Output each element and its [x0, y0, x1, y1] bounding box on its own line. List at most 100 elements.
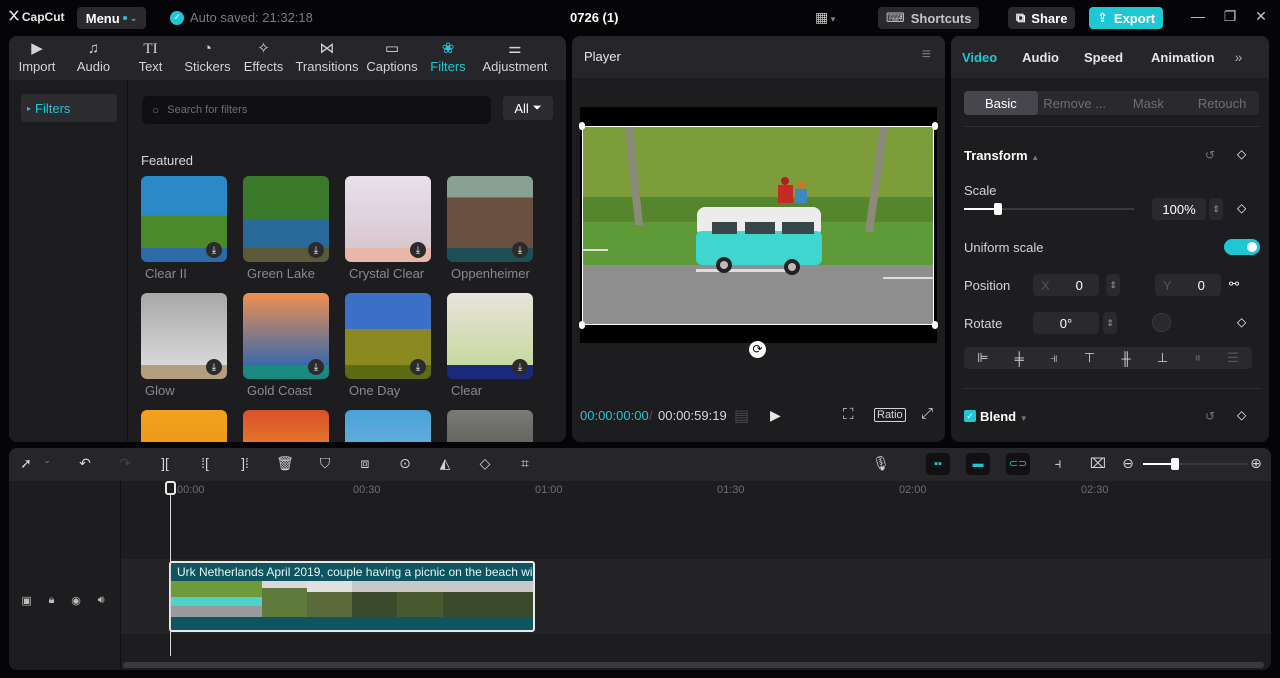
- layout-icon[interactable]: ▦ ▾: [815, 9, 835, 26]
- sidebar-item-filters[interactable]: ▸ Filters: [21, 94, 117, 122]
- scale-stepper[interactable]: ⇕: [1209, 198, 1223, 220]
- resize-handle[interactable]: [932, 321, 938, 329]
- mark-icon[interactable]: ⛉: [315, 455, 335, 472]
- crop-icon[interactable]: ⌗: [515, 455, 535, 472]
- rotate-handle-icon[interactable]: ⟳: [749, 341, 766, 358]
- transform-heading[interactable]: Transform ▲: [964, 148, 1039, 163]
- close-icon[interactable]: ✕: [1251, 8, 1271, 25]
- download-icon[interactable]: ⤓: [308, 359, 324, 375]
- position-y-input[interactable]: Y0: [1155, 274, 1221, 296]
- tab-video[interactable]: Video: [962, 50, 997, 65]
- link-clips-icon[interactable]: ⊂⊃: [1006, 453, 1030, 475]
- ratio-button[interactable]: Ratio: [874, 408, 906, 422]
- align-center-h-icon[interactable]: ╪: [1015, 351, 1024, 366]
- download-icon[interactable]: ⤓: [206, 359, 222, 375]
- filter-card[interactable]: [447, 410, 533, 442]
- split-right-icon[interactable]: ]⁞: [235, 455, 255, 471]
- resize-handle[interactable]: [932, 122, 938, 130]
- zoom-slider-handle[interactable]: [1170, 458, 1179, 470]
- distribute-h-icon[interactable]: ⏸: [1194, 350, 1201, 366]
- filter-card[interactable]: ⤓ Green Lake: [243, 176, 329, 281]
- tab-filters[interactable]: ❀ Filters: [421, 36, 475, 80]
- keyframe-icon[interactable]: ◇: [1237, 408, 1246, 422]
- tab-animation[interactable]: Animation: [1151, 50, 1215, 65]
- mirror-icon[interactable]: ◭: [435, 455, 455, 472]
- tab-captions[interactable]: ▭ Captions: [363, 36, 421, 80]
- playhead-handle[interactable]: [165, 481, 176, 495]
- split-left-icon[interactable]: ⁞[: [195, 455, 215, 471]
- blend-checkbox[interactable]: ✓: [964, 410, 976, 422]
- link-icon[interactable]: ⚯: [1229, 277, 1239, 291]
- filter-all-button[interactable]: All ⏷: [503, 96, 553, 120]
- tab-stickers[interactable]: ◔ Stickers: [179, 36, 236, 80]
- filter-card[interactable]: ⤓ Gold Coast: [243, 293, 329, 398]
- download-icon[interactable]: ⤓: [410, 242, 426, 258]
- filter-card[interactable]: ⤓ Clear II: [141, 176, 227, 281]
- tab-audio[interactable]: ♫ Audio: [65, 36, 122, 80]
- rotate-dial[interactable]: [1152, 313, 1171, 332]
- share-button[interactable]: ⧉ Share: [1008, 7, 1076, 29]
- video-preview[interactable]: [579, 107, 938, 343]
- delete-icon[interactable]: 🗑: [275, 455, 295, 472]
- position-x-stepper[interactable]: ⇕: [1106, 274, 1120, 296]
- align-center-v-icon[interactable]: ╫: [1122, 351, 1131, 366]
- resize-handle[interactable]: [579, 321, 585, 329]
- tab-transitions[interactable]: ⋈ Transitions: [291, 36, 363, 80]
- subtab-retouch[interactable]: Retouch: [1185, 91, 1259, 115]
- filter-card[interactable]: [345, 410, 431, 442]
- fullscreen-icon[interactable]: ⤢: [921, 405, 933, 422]
- download-icon[interactable]: ⤓: [512, 242, 528, 258]
- play-icon[interactable]: ▶: [770, 407, 781, 424]
- tab-speed[interactable]: Speed: [1084, 50, 1123, 65]
- freeze-icon[interactable]: ⧈: [355, 455, 375, 472]
- align-right-icon[interactable]: ⫣: [1050, 350, 1058, 366]
- scale-input[interactable]: 100%: [1152, 198, 1206, 220]
- resize-handle[interactable]: [579, 122, 585, 130]
- distribute-v-icon[interactable]: ☰: [1227, 350, 1239, 366]
- align-left-icon[interactable]: ⊫: [977, 350, 988, 366]
- filter-card[interactable]: ⤓ Oppenheimer: [447, 176, 533, 281]
- tab-adjustment[interactable]: ⚌ Adjustment: [475, 36, 555, 80]
- reset-icon[interactable]: ↺: [1205, 409, 1215, 423]
- select-tool-icon[interactable]: ➚: [16, 455, 36, 472]
- zoom-out-icon[interactable]: ⊖: [1118, 455, 1138, 472]
- shortcuts-button[interactable]: ⌨ Shortcuts: [878, 7, 980, 29]
- timeline-grid-icon[interactable]: ▤: [734, 406, 749, 426]
- download-icon[interactable]: ⤓: [512, 359, 528, 375]
- filter-card[interactable]: [243, 410, 329, 442]
- hamburger-menu-icon[interactable]: ≡: [922, 46, 931, 64]
- more-tabs-icon[interactable]: »: [1235, 49, 1243, 65]
- rotate-input[interactable]: 0°: [1033, 312, 1099, 334]
- tab-audio-props[interactable]: Audio: [1022, 50, 1059, 65]
- tab-text[interactable]: TI Text: [122, 36, 179, 80]
- filter-card[interactable]: ⤓ One Day: [345, 293, 431, 398]
- snap-icon[interactable]: ▬: [966, 453, 990, 475]
- keyframe-icon[interactable]: ◇: [1237, 315, 1246, 329]
- rotate-stepper[interactable]: ⇕: [1103, 312, 1117, 334]
- split-icon[interactable]: ][: [155, 455, 175, 471]
- filter-card[interactable]: ⤓ Crystal Clear: [345, 176, 431, 281]
- timeline-scrollbar[interactable]: [123, 662, 1264, 668]
- timeline-zoom-slider[interactable]: [1143, 458, 1248, 470]
- blend-heading[interactable]: Blend ▼: [980, 409, 1028, 424]
- scale-slider[interactable]: [964, 203, 1134, 215]
- playhead[interactable]: [170, 484, 171, 656]
- chevron-down-icon[interactable]: ⌄: [37, 455, 57, 466]
- timeline-ruler[interactable]: 00:00 00:30 01:00 01:30 02:00 02:30: [121, 481, 1271, 501]
- align-bottom-icon[interactable]: ⊥: [1157, 350, 1168, 366]
- download-icon[interactable]: ⤓: [308, 242, 324, 258]
- align-top-icon[interactable]: ⊤: [1084, 350, 1095, 366]
- filter-card[interactable]: ⤓ Glow: [141, 293, 227, 398]
- tab-effects[interactable]: ✧ Effects: [236, 36, 291, 80]
- subtab-mask[interactable]: Mask: [1112, 91, 1186, 115]
- zoom-in-icon[interactable]: ⊕: [1246, 455, 1266, 472]
- download-icon[interactable]: ⤓: [206, 242, 222, 258]
- tab-import[interactable]: ▶ Import: [9, 36, 65, 80]
- redo-icon[interactable]: ↷: [115, 455, 135, 472]
- uniform-scale-toggle[interactable]: [1224, 239, 1260, 255]
- scale-slider-handle[interactable]: [994, 203, 1002, 215]
- split-preview-icon[interactable]: ⫞: [1048, 455, 1068, 472]
- export-button[interactable]: ⇪ Export: [1089, 7, 1164, 29]
- lock-icon[interactable]: 🔒︎: [49, 594, 55, 607]
- rotate-icon[interactable]: ◇: [475, 455, 495, 472]
